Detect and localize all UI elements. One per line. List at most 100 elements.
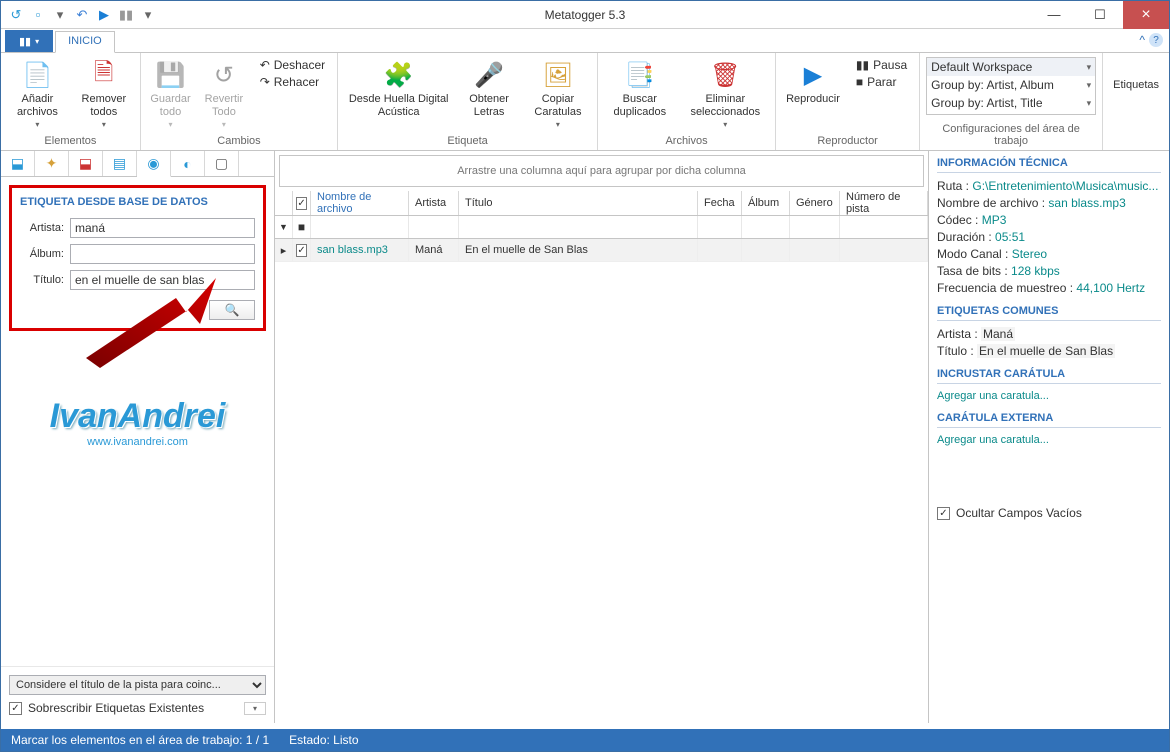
get-lyrics-button[interactable]: 🎤Obtener Letras <box>459 57 519 120</box>
grid-filter-row: ▼ ■ <box>275 216 928 239</box>
row-indicator-icon: ▸ <box>275 239 293 261</box>
status-count: Marcar los elementos en el área de traba… <box>11 733 269 747</box>
grid-panel: Arrastre una columna aquí para agrupar p… <box>275 151 929 723</box>
col-genre[interactable]: Género <box>790 191 840 215</box>
col-album[interactable]: Álbum <box>742 191 790 215</box>
copy-covers-button[interactable]: 🖼Copiar Caratulas▾ <box>525 57 591 131</box>
status-bar: Marcar los elementos en el área de traba… <box>1 729 1169 751</box>
help-icon[interactable]: ? <box>1149 33 1163 47</box>
close-button[interactable]: × <box>1123 1 1169 29</box>
tab-inicio[interactable]: INICIO <box>55 31 115 53</box>
col-filename[interactable]: Nombre de archivo <box>311 191 409 215</box>
hide-empty-checkbox[interactable]: ✓ <box>937 507 950 520</box>
left-bottom-controls: Considere el título de la pista para coi… <box>1 666 274 723</box>
apply-button[interactable]: ▾ <box>244 702 266 715</box>
add-embed-cover-link[interactable]: Agregar una caratula... <box>937 390 1161 402</box>
col-date[interactable]: Fecha <box>698 191 742 215</box>
workspace-item-artist-album: Group by: Artist, Album▾ <box>927 76 1095 94</box>
group-by-bar[interactable]: Arrastre una columna aquí para agrupar p… <box>279 155 924 187</box>
add-external-cover-link[interactable]: Agregar una caratula... <box>937 434 1161 446</box>
qat-customize-icon[interactable]: ▾ <box>139 6 157 24</box>
cell-filename[interactable]: san blass.mp3 <box>311 239 409 261</box>
search-button[interactable]: 🔍 <box>209 300 255 320</box>
remove-all-button[interactable]: 🗎Remover todos▾ <box>74 57 134 131</box>
tech-info-header: INFORMACIÓN TÉCNICA <box>937 157 1161 173</box>
col-track[interactable]: Número de pista <box>840 191 928 215</box>
play-large-icon: ▶ <box>797 59 829 91</box>
undo-button[interactable]: ↶Deshacer <box>254 57 331 73</box>
artist-input[interactable] <box>70 218 255 238</box>
left-tab-1[interactable]: ⬓ <box>1 151 35 176</box>
pause-button[interactable]: ▮▮Pausa <box>850 57 913 73</box>
window-title: Metatogger 5.3 <box>545 8 626 22</box>
hide-empty-label: Ocultar Campos Vacíos <box>956 506 1082 520</box>
overwrite-label: Sobrescribir Etiquetas Existentes <box>28 701 204 715</box>
grid-header: ✓ Nombre de archivo Artista Título Fecha… <box>275 191 928 216</box>
left-tab-database[interactable]: ◉ <box>137 151 171 177</box>
trash-icon: 🗑 <box>709 59 741 91</box>
col-title[interactable]: Título <box>459 191 698 215</box>
artist-label: Artista: <box>20 222 64 234</box>
cell-artist[interactable]: Maná <box>409 239 459 261</box>
redo-button[interactable]: ↷Rehacer <box>254 74 331 90</box>
undo-icon[interactable]: ↶ <box>73 6 91 24</box>
stop-button[interactable]: ■Parar <box>850 74 913 90</box>
col-artist[interactable]: Artista <box>409 191 459 215</box>
common-title: Título : En el muelle de San Blas <box>937 344 1161 358</box>
add-files-button[interactable]: 📄Añadir archivos▾ <box>7 57 68 131</box>
revert-all-button[interactable]: ↺Revertir Todo▾ <box>200 57 248 131</box>
left-tab-6[interactable]: ◐ <box>171 151 205 176</box>
delete-selected-button[interactable]: 🗑Eliminar seleccionados▾ <box>682 57 770 131</box>
group-archivos: 📑Buscar duplicados 🗑Eliminar seleccionad… <box>598 53 776 150</box>
file-tab[interactable]: ▮▮▾ <box>5 30 53 52</box>
title-label: Título: <box>20 274 64 286</box>
info-panel: INFORMACIÓN TÉCNICA Ruta : G:\Entretenim… <box>929 151 1169 723</box>
save-all-button[interactable]: 💾Guardar todo▾ <box>147 57 194 131</box>
maximize-button[interactable]: ☐ <box>1077 1 1123 29</box>
covers-icon: 🖼 <box>542 59 574 91</box>
play-icon[interactable]: ▶ <box>95 6 113 24</box>
cell-title[interactable]: En el muelle de San Blas <box>459 239 698 261</box>
group-etiqueta: 🧩Desde Huella Digital Acústica 🎤Obtener … <box>338 53 598 150</box>
match-mode-select[interactable]: Considere el título de la pista para coi… <box>9 675 266 695</box>
col-check[interactable]: ✓ <box>293 191 311 215</box>
table-row[interactable]: ▸ ✓ san blass.mp3 Maná En el muelle de S… <box>275 239 928 262</box>
revert-icon: ↺ <box>208 59 240 91</box>
panel-header: ETIQUETA DESDE BASE DE DATOS <box>20 196 255 208</box>
minimize-button[interactable]: — <box>1031 1 1077 29</box>
group-elementos: 📄Añadir archivos▾ 🗎Remover todos▾ Elemen… <box>1 53 141 150</box>
qat-dropdown-icon[interactable]: ▾ <box>51 6 69 24</box>
ribbon-collapse-icon[interactable]: ^ <box>1139 33 1145 47</box>
find-duplicates-button[interactable]: 📑Buscar duplicados <box>604 57 676 120</box>
ribbon: 📄Añadir archivos▾ 🗎Remover todos▾ Elemen… <box>1 53 1169 151</box>
filter-icon[interactable]: ▼ <box>275 216 293 238</box>
left-tab-7[interactable]: ▢ <box>205 151 239 176</box>
group-cambios: 💾Guardar todo▾ ↺Revertir Todo▾ ↶Deshacer… <box>141 53 338 150</box>
col-expand[interactable] <box>275 191 293 215</box>
info-filename: Nombre de archivo : san blass.mp3 <box>937 196 1161 210</box>
left-tab-strip: ⬓ ✦ ⬓ ▤ ◉ ◐ ▢ <box>1 151 274 177</box>
new-icon[interactable]: ▫ <box>29 6 47 24</box>
play-button[interactable]: ▶Reproducir <box>782 57 844 108</box>
tags-button[interactable]: Etiquetas <box>1109 57 1163 94</box>
filter-check[interactable]: ■ <box>293 216 311 238</box>
title-input[interactable] <box>70 270 255 290</box>
search-icon: 🔍 <box>225 303 240 317</box>
left-tab-4[interactable]: ▤ <box>103 151 137 176</box>
overwrite-checkbox[interactable]: ✓ <box>9 702 22 715</box>
left-tab-2[interactable]: ✦ <box>35 151 69 176</box>
info-duration: Duración : 05:51 <box>937 230 1161 244</box>
album-label: Álbum: <box>20 248 64 260</box>
common-artist: Artista : Maná <box>937 327 1161 341</box>
acoustic-fingerprint-button[interactable]: 🧩Desde Huella Digital Acústica <box>344 57 453 120</box>
refresh-icon[interactable]: ↺ <box>7 6 25 24</box>
stop-small-icon: ■ <box>856 75 863 89</box>
left-panel: ⬓ ✦ ⬓ ▤ ◉ ◐ ▢ ETIQUETA DESDE BASE DE DAT… <box>1 151 275 723</box>
left-tab-3[interactable]: ⬓ <box>69 151 103 176</box>
album-input[interactable] <box>70 244 255 264</box>
save-icon: 💾 <box>154 59 186 91</box>
info-codec: Códec : MP3 <box>937 213 1161 227</box>
row-checkbox[interactable]: ✓ <box>293 239 311 261</box>
pause-icon[interactable]: ▮▮ <box>117 6 135 24</box>
workspace-list[interactable]: Default Workspace▾ Group by: Artist, Alb… <box>926 57 1096 115</box>
